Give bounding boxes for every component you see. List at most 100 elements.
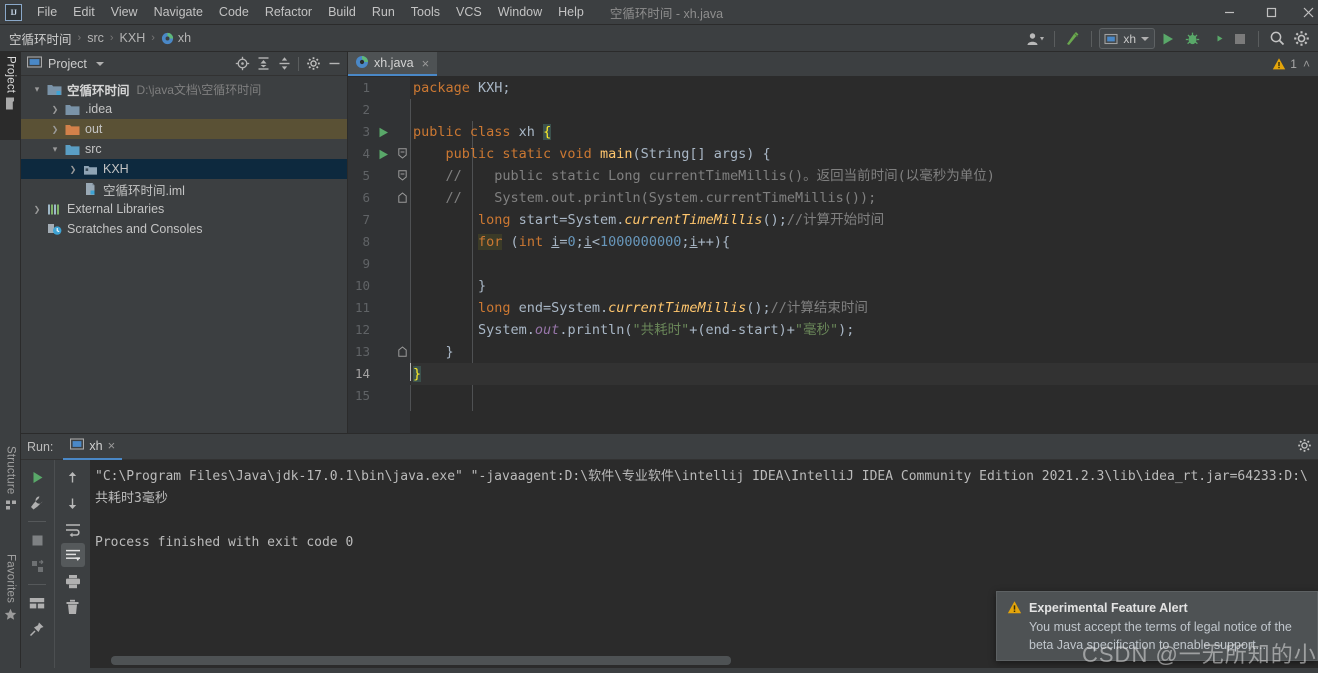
up-arrow-icon[interactable] (61, 465, 85, 489)
menu-item-tools[interactable]: Tools (403, 2, 448, 22)
gutter-row-8[interactable]: 8 (348, 231, 410, 253)
search-icon[interactable] (1266, 28, 1288, 50)
chevron-up-icon[interactable]: ˄ (1303, 57, 1310, 71)
inspection-warning-indicator[interactable]: 1 ˄ (1264, 52, 1318, 76)
gutter-row-7[interactable]: 7 (348, 209, 410, 231)
build-hammer-icon[interactable] (1062, 28, 1084, 50)
tree-expand-arrow-icon[interactable]: ❯ (47, 125, 63, 134)
breadcrumb-item-3[interactable]: xh (158, 30, 194, 46)
breadcrumb-item-2[interactable]: KXH (117, 30, 149, 46)
run-gutter-icon[interactable] (378, 149, 389, 163)
gutter-row-6[interactable]: 6 (348, 187, 410, 209)
sidebar-tab-structure[interactable]: Structure (0, 442, 21, 530)
menu-item-help[interactable]: Help (550, 2, 592, 22)
gutter-row-9[interactable]: 9 (348, 253, 410, 275)
wrench-icon[interactable] (25, 491, 49, 515)
tree-expand-arrow-icon[interactable]: ▾ (29, 84, 45, 95)
trash-icon[interactable] (61, 595, 85, 619)
gutter-row-14[interactable]: 14 (348, 363, 410, 385)
run-with-coverage-button[interactable] (1205, 28, 1227, 50)
minimize-button[interactable] (1208, 0, 1250, 25)
menu-item-refactor[interactable]: Refactor (257, 2, 320, 22)
run-gutter-icon[interactable] (378, 127, 389, 141)
menu-item-build[interactable]: Build (320, 2, 364, 22)
code-canvas[interactable]: 1 2 3 4 5 6 7 8 9 10 11 12 13 14 15 package KXH; public… (348, 77, 1318, 433)
menu-item-window[interactable]: Window (490, 2, 550, 22)
menu-item-file[interactable]: File (29, 2, 65, 22)
run-tab-xh[interactable]: xh × (63, 434, 123, 460)
tree-node-out[interactable]: ❯ out (21, 119, 347, 139)
tree-node-Scratches and Consoles[interactable]: Scratches and Consoles (21, 219, 347, 239)
rerun-icon[interactable] (25, 465, 49, 489)
code-fold-end-icon[interactable] (398, 346, 407, 360)
gutter-row-10[interactable]: 10 (348, 275, 410, 297)
tree-node-KXH[interactable]: ❯ KXH (21, 159, 347, 179)
sidebar-tab-favorites[interactable]: Favorites (0, 550, 21, 642)
gutter-row-2[interactable]: 2 (348, 99, 410, 121)
collapse-all-icon[interactable] (274, 54, 294, 74)
gear-icon-project[interactable] (303, 54, 323, 74)
sidebar-tab-project[interactable]: Project (0, 52, 21, 140)
hide-icon[interactable] (324, 54, 344, 74)
editor-gutter[interactable]: 1 2 3 4 5 6 7 8 9 10 11 12 13 14 15 (348, 77, 410, 433)
stop-icon[interactable] (25, 528, 49, 552)
console-horizontal-scrollbar[interactable] (111, 656, 731, 665)
breadcrumb-item-1[interactable]: src (84, 30, 107, 46)
editor-tab-xh-java[interactable]: xh.java × (348, 52, 438, 76)
gutter-row-13[interactable]: 13 (348, 341, 410, 363)
run-config-label: xh (1123, 31, 1136, 46)
tree-node-空循环时间[interactable]: ▾ 空循环时间 D:\java文档\空循环时间 (21, 79, 347, 99)
tree-expand-arrow-icon[interactable]: ▾ (47, 144, 63, 155)
rerun-failed-tests-icon[interactable] (25, 554, 49, 578)
gutter-row-3[interactable]: 3 (348, 121, 410, 143)
menu-item-vcs[interactable]: VCS (448, 2, 490, 22)
notification-balloon[interactable]: Experimental Feature Alert You must acce… (996, 591, 1318, 661)
debug-button[interactable] (1181, 28, 1203, 50)
gutter-row-4[interactable]: 4 (348, 143, 410, 165)
stop-button[interactable] (1229, 28, 1251, 50)
gutter-row-5[interactable]: 5 (348, 165, 410, 187)
code-fold-icon[interactable] (398, 170, 407, 184)
maximize-button[interactable] (1250, 0, 1292, 25)
code-fold-icon[interactable] (398, 148, 407, 162)
scroll-to-end-icon[interactable] (60, 543, 85, 567)
menu-item-navigate[interactable]: Navigate (146, 2, 211, 22)
tree-expand-arrow-icon[interactable]: ❯ (29, 205, 45, 214)
gutter-row-11[interactable]: 11 (348, 297, 410, 319)
code-token: ++){ (697, 234, 731, 250)
pin-icon[interactable] (25, 617, 49, 641)
print-icon[interactable] (61, 569, 85, 593)
user-avatar-icon[interactable] (1025, 28, 1047, 50)
menu-item-code[interactable]: Code (211, 2, 257, 22)
tree-node-.idea[interactable]: ❯ .idea (21, 99, 347, 119)
breadcrumb-item-0[interactable]: 空循环时间 (6, 28, 75, 49)
gutter-row-1[interactable]: 1 (348, 77, 410, 99)
down-arrow-icon[interactable] (61, 491, 85, 515)
expand-all-icon[interactable] (253, 54, 273, 74)
code-token: out (534, 322, 560, 338)
menu-item-run[interactable]: Run (364, 2, 403, 22)
menu-item-view[interactable]: View (103, 2, 146, 22)
tree-node-空循环时间.iml[interactable]: 空循环时间.iml (21, 179, 347, 199)
soft-wrap-icon[interactable] (61, 517, 85, 541)
close-icon[interactable]: × (422, 56, 430, 71)
tree-node-src[interactable]: ▾ src (21, 139, 347, 159)
layout-icon[interactable] (25, 591, 49, 615)
select-opened-file-icon[interactable] (232, 54, 252, 74)
gear-icon[interactable] (1290, 28, 1312, 50)
gutter-row-15[interactable]: 15 (348, 385, 410, 407)
gear-icon-run[interactable] (1297, 438, 1312, 456)
tree-node-External Libraries[interactable]: ❯ External Libraries (21, 199, 347, 219)
tree-expand-arrow-icon[interactable]: ❯ (47, 105, 63, 114)
close-icon-run-tab[interactable]: × (108, 438, 116, 453)
close-button[interactable] (1292, 0, 1318, 25)
menu-item-edit[interactable]: Edit (65, 2, 103, 22)
tree-expand-arrow-icon[interactable]: ❯ (65, 165, 81, 174)
gutter-row-12[interactable]: 12 (348, 319, 410, 341)
run-button[interactable] (1157, 28, 1179, 50)
project-chevron-down-icon[interactable] (95, 61, 104, 66)
run-configuration-selector[interactable]: xh (1099, 28, 1155, 49)
code-fold-end-icon[interactable] (398, 192, 407, 206)
